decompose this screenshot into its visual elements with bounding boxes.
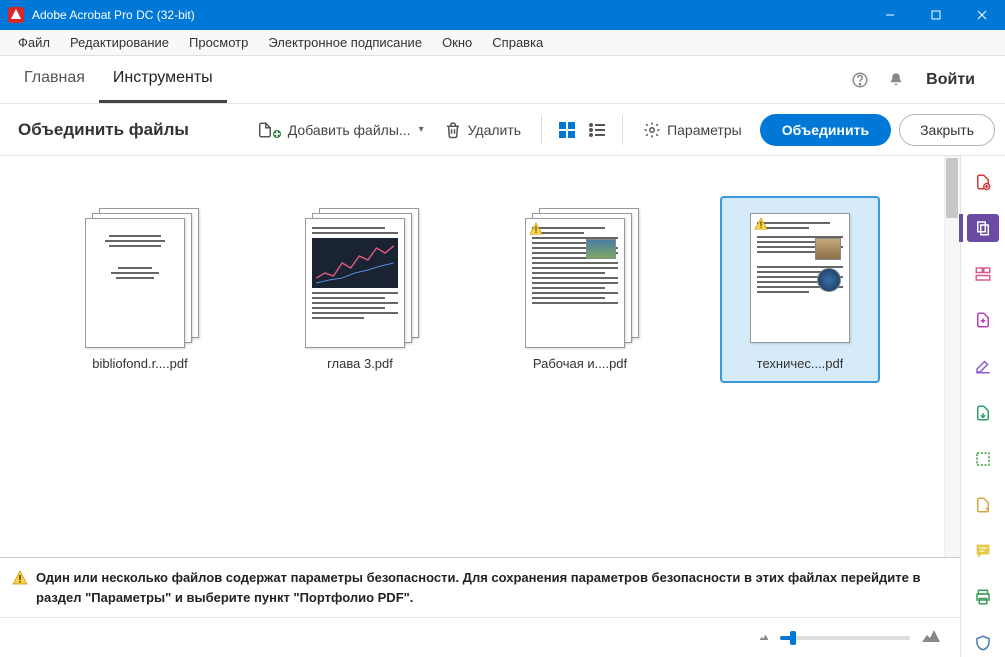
maximize-button[interactable] xyxy=(913,0,959,30)
files-area[interactable]: bibliofond.r....pdf глава 3.pdf Рабочая и.… xyxy=(0,156,960,557)
rail-print-icon[interactable] xyxy=(967,583,999,611)
menu-esign[interactable]: Электронное подписание xyxy=(258,30,432,55)
separator xyxy=(541,115,542,145)
delete-button[interactable]: Удалить xyxy=(434,115,531,145)
menu-edit[interactable]: Редактирование xyxy=(60,30,179,55)
warning-icon xyxy=(529,222,543,236)
combine-toolbar: Объединить файлы Добавить файлы... ▾ Уда… xyxy=(0,104,1005,156)
tab-home[interactable]: Главная xyxy=(10,56,99,103)
rail-create-pdf-icon[interactable] xyxy=(967,168,999,196)
separator xyxy=(622,115,623,145)
menu-help[interactable]: Справка xyxy=(482,30,553,55)
warning-icon xyxy=(12,570,28,586)
combine-button[interactable]: Объединить xyxy=(760,114,891,146)
minimize-button[interactable] xyxy=(867,0,913,30)
security-banner: Один или несколько файлов содержат парам… xyxy=(0,557,960,617)
rail-protect-icon[interactable] xyxy=(967,629,999,657)
rail-share-icon[interactable] xyxy=(967,398,999,426)
warning-icon xyxy=(754,217,768,231)
menu-view[interactable]: Просмотр xyxy=(179,30,258,55)
chevron-down-icon: ▾ xyxy=(419,124,424,135)
rail-combine-icon[interactable] xyxy=(967,214,999,242)
zoom-small-icon xyxy=(758,630,770,645)
workspace: bibliofond.r....pdf глава 3.pdf Рабочая и.… xyxy=(0,156,961,657)
delete-label: Удалить xyxy=(468,122,521,138)
options-button[interactable]: Параметры xyxy=(633,115,752,145)
add-files-button[interactable]: Добавить файлы... ▾ xyxy=(246,115,434,145)
file-name: техничес....pdf xyxy=(757,356,844,371)
menu-bar: Файл Редактирование Просмотр Электронное… xyxy=(0,30,1005,56)
right-tool-rail xyxy=(961,156,1005,657)
menu-window[interactable]: Окно xyxy=(432,30,482,55)
rail-edit-icon[interactable] xyxy=(967,352,999,380)
app-icon xyxy=(8,7,24,23)
banner-text: Один или несколько файлов содержат парам… xyxy=(36,568,948,607)
toolbar-title: Объединить файлы xyxy=(0,120,207,140)
rail-fill-sign-icon[interactable] xyxy=(967,491,999,519)
help-icon[interactable] xyxy=(842,62,878,98)
rail-comment-icon[interactable] xyxy=(967,537,999,565)
rail-organize-icon[interactable] xyxy=(967,260,999,288)
tab-tools[interactable]: Инструменты xyxy=(99,56,227,103)
zoom-large-icon xyxy=(920,628,942,647)
add-files-label: Добавить файлы... xyxy=(288,122,411,138)
file-thumbnail[interactable]: Рабочая и....pdf xyxy=(500,196,660,383)
file-name: bibliofond.r....pdf xyxy=(92,356,187,371)
window-title: Adobe Acrobat Pro DC (32-bit) xyxy=(32,8,867,22)
grid-view-icon[interactable] xyxy=(554,117,580,143)
zoom-bar xyxy=(0,617,960,657)
file-thumbnail[interactable]: глава 3.pdf xyxy=(280,196,440,383)
file-name: глава 3.pdf xyxy=(327,356,393,371)
menu-file[interactable]: Файл xyxy=(8,30,60,55)
scrollbar[interactable] xyxy=(944,156,960,557)
options-label: Параметры xyxy=(667,122,742,138)
tab-row: Главная Инструменты Войти xyxy=(0,56,1005,104)
signin-button[interactable]: Войти xyxy=(914,71,987,89)
close-tool-button[interactable]: Закрыть xyxy=(899,114,995,146)
rail-export-icon[interactable] xyxy=(967,306,999,334)
file-thumbnail[interactable]: техничес....pdf xyxy=(720,196,880,383)
window-titlebar: Adobe Acrobat Pro DC (32-bit) xyxy=(0,0,1005,30)
bell-icon[interactable] xyxy=(878,62,914,98)
rail-compress-icon[interactable] xyxy=(967,445,999,473)
close-button[interactable] xyxy=(959,0,1005,30)
list-view-icon[interactable] xyxy=(584,117,610,143)
file-thumbnail[interactable]: bibliofond.r....pdf xyxy=(60,196,220,383)
scrollbar-thumb[interactable] xyxy=(946,158,958,218)
zoom-slider[interactable] xyxy=(780,636,910,640)
zoom-slider-handle[interactable] xyxy=(790,631,796,645)
file-name: Рабочая и....pdf xyxy=(533,356,627,371)
